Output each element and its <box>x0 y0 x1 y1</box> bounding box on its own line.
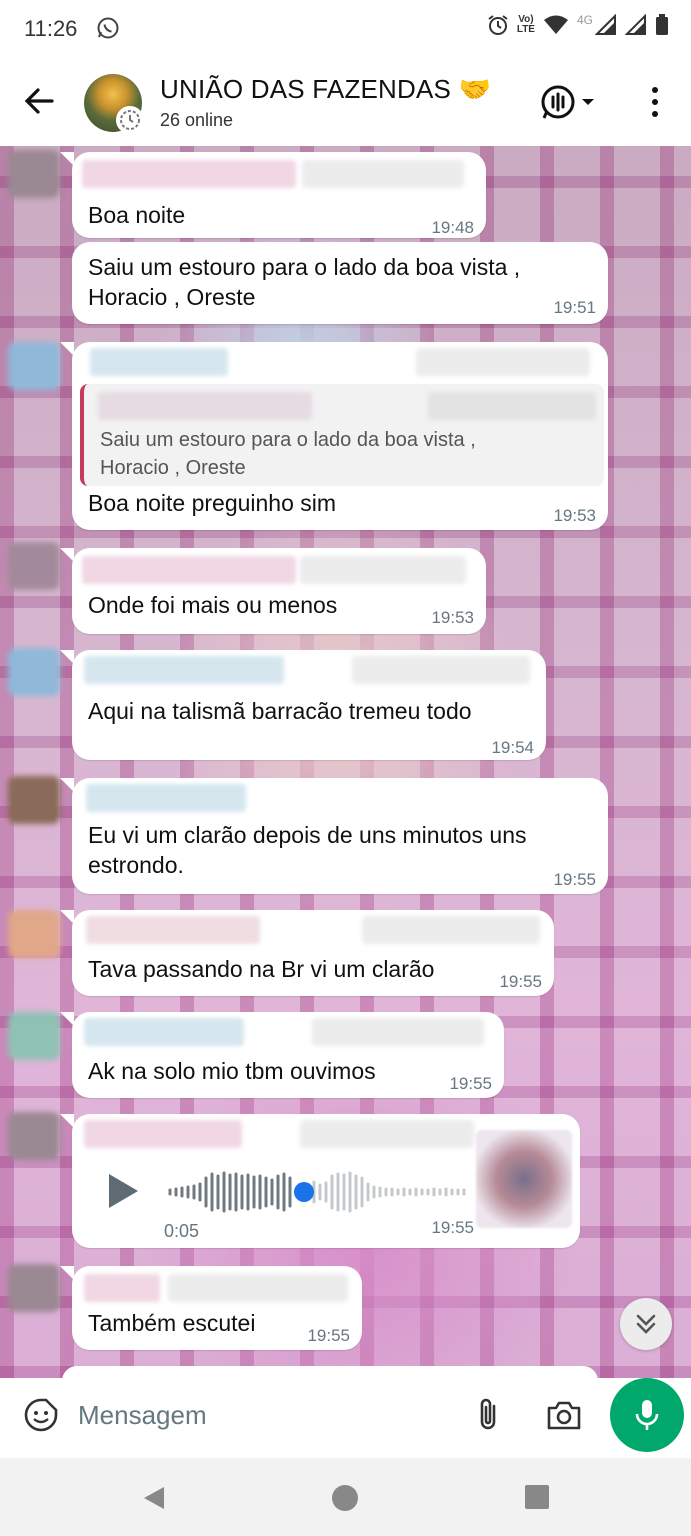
play-icon[interactable] <box>106 1172 140 1210</box>
nav-home-icon[interactable] <box>331 1484 359 1512</box>
message-text: Aqui na talismã barracão tremeu todo <box>88 698 472 724</box>
sender-phone <box>416 348 590 376</box>
message-bubble[interactable]: Também escutei 19:55 <box>60 1266 362 1350</box>
system-nav-bar <box>0 1458 691 1536</box>
nav-back-icon[interactable] <box>140 1484 168 1512</box>
sender-name <box>82 556 296 584</box>
sender-phone <box>362 916 540 944</box>
sender-avatar[interactable] <box>8 910 60 958</box>
online-count[interactable]: 26 online <box>160 110 233 131</box>
quoted-message[interactable]: Saiu um estouro para o lado da boa vista… <box>80 384 604 486</box>
voice-chat-icon[interactable] <box>540 82 600 122</box>
double-chevron-down-icon <box>636 1314 656 1334</box>
sender-name <box>86 784 246 812</box>
message-input[interactable]: Mensagem <box>78 1400 207 1431</box>
status-bar: 11:26 Vo) LTE 4G <box>0 0 691 58</box>
quoted-text-line2: Horacio , Oreste <box>100 457 246 479</box>
back-arrow-icon[interactable] <box>22 84 56 118</box>
message-time: 19:51 <box>553 298 596 317</box>
sender-name <box>84 1018 244 1046</box>
message-time: 19:55 <box>431 1218 474 1237</box>
message-time: 19:55 <box>449 1074 492 1093</box>
message-input-bar[interactable]: Mensagem <box>8 1378 600 1452</box>
message-time: 19:48 <box>431 218 474 237</box>
signal-icon-2 <box>625 14 646 35</box>
message-text: Onde foi mais ou menos <box>88 592 338 618</box>
message-text: Boa noite <box>88 202 186 228</box>
whatsapp-icon <box>97 17 119 39</box>
message-bubble[interactable]: Boa noite 19:48 <box>60 152 486 238</box>
message-text-line2: Horacio , Oreste <box>88 284 256 310</box>
volte-indicator: Vo) LTE <box>516 14 535 35</box>
voice-record-button[interactable] <box>610 1378 684 1452</box>
message-text: Ak na solo mio tbm ouvimos <box>88 1058 376 1084</box>
message-time: 19:55 <box>307 1326 350 1345</box>
message-time: 19:55 <box>553 870 596 889</box>
message-text-line2: estrondo. <box>88 852 184 878</box>
scroll-to-bottom-button[interactable] <box>620 1298 672 1350</box>
message-bubble[interactable]: Ak na solo mio tbm ouvimos 19:55 <box>60 1012 504 1098</box>
sender-avatar[interactable] <box>8 1112 60 1160</box>
voice-duration: 0:05 <box>164 1221 200 1241</box>
wifi-icon <box>543 15 568 34</box>
sender-name <box>84 1120 242 1148</box>
message-bubble[interactable]: Onde foi mais ou menos 19:53 <box>60 548 486 634</box>
message-bubble[interactable]: Saiu um estouro para o lado da boa vista… <box>72 242 608 324</box>
sender-phone <box>300 1120 474 1148</box>
quoted-phone <box>428 392 596 420</box>
message-bubble-partial[interactable] <box>62 1366 598 1378</box>
community-badge-icon <box>116 106 144 134</box>
sender-name <box>82 160 296 188</box>
message-bubble[interactable]: Tava passando na Br vi um clarão 19:55 <box>60 910 554 996</box>
nav-recents-icon[interactable] <box>524 1484 550 1510</box>
voice-playhead[interactable] <box>294 1182 314 1202</box>
voice-waveform[interactable] <box>168 1170 468 1214</box>
network-4g: 4G <box>576 13 593 27</box>
chat-area[interactable]: Boa noite 19:48 Saiu um estouro para o l… <box>0 146 691 1378</box>
sender-name <box>90 348 228 376</box>
message-time: 19:53 <box>431 608 474 627</box>
signal-icon <box>595 14 616 35</box>
sender-avatar[interactable] <box>8 542 60 590</box>
sender-avatar[interactable] <box>8 150 60 198</box>
message-text-line1: Saiu um estouro para o lado da boa vista… <box>88 254 521 280</box>
more-options-icon[interactable] <box>644 84 666 120</box>
sender-phone <box>168 1274 348 1302</box>
sender-name <box>84 656 284 684</box>
sender-avatar[interactable] <box>8 1012 60 1060</box>
sender-avatar[interactable] <box>8 342 60 390</box>
sender-avatar[interactable] <box>8 648 60 696</box>
message-time: 19:55 <box>499 972 542 991</box>
voice-sender-photo <box>476 1130 572 1228</box>
message-bubble[interactable]: Aqui na talismã barracão tremeu todo 19:… <box>60 650 546 760</box>
chat-header: UNIÃO DAS FAZENDAS 🤝 26 online <box>0 58 691 146</box>
microphone-icon <box>635 1400 659 1430</box>
sender-phone <box>312 1018 484 1046</box>
sender-name <box>86 916 260 944</box>
sender-avatar[interactable] <box>8 1264 60 1312</box>
sticker-emoji-icon[interactable] <box>24 1398 58 1432</box>
message-text: Boa noite preguinho sim <box>88 490 337 516</box>
message-text: Também escutei <box>88 1310 256 1336</box>
sender-name <box>84 1274 160 1302</box>
quoted-sender <box>98 392 312 420</box>
message-time: 19:53 <box>553 506 596 525</box>
message-text: Tava passando na Br vi um clarão <box>88 956 435 982</box>
quoted-text-line1: Saiu um estouro para o lado da boa vista… <box>100 429 476 451</box>
reply-message-bubble[interactable]: Saiu um estouro para o lado da boa vista… <box>60 342 608 530</box>
sender-avatar[interactable] <box>8 776 60 824</box>
voice-message-bubble[interactable]: 0:05 19:55 <box>60 1114 580 1248</box>
sender-phone <box>302 160 464 188</box>
message-bubble[interactable]: Eu vi um clarão depois de uns minutos un… <box>60 778 608 894</box>
message-time: 19:54 <box>491 738 534 757</box>
battery-icon <box>656 14 668 35</box>
group-name[interactable]: UNIÃO DAS FAZENDAS 🤝 <box>160 74 491 105</box>
alarm-icon <box>488 15 508 35</box>
sender-phone <box>352 656 530 684</box>
message-text-line1: Eu vi um clarão depois de uns minutos un… <box>88 822 527 848</box>
attach-icon[interactable] <box>474 1396 504 1432</box>
clock: 11:26 <box>24 16 78 41</box>
sender-phone <box>300 556 466 584</box>
camera-icon[interactable] <box>546 1398 582 1432</box>
